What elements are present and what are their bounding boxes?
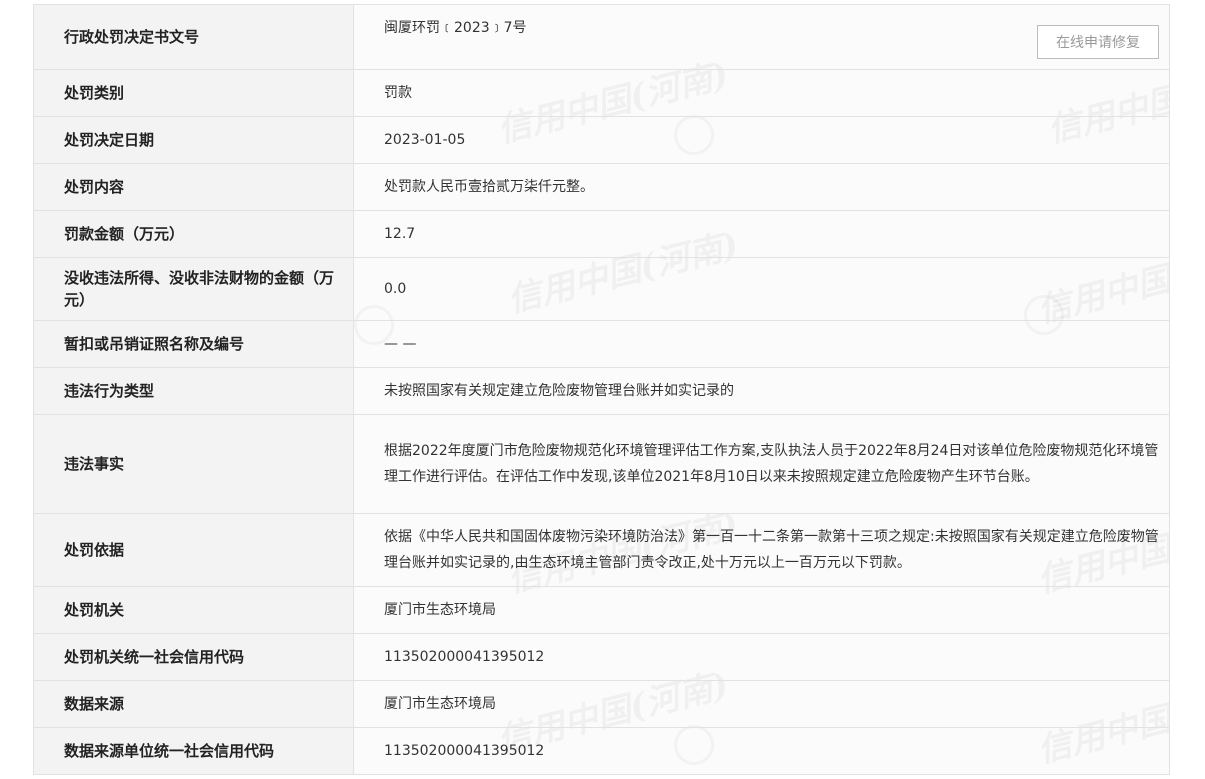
row-violation-type: 违法行为类型 未按照国家有关规定建立危险废物管理台账并如实记录的 (34, 368, 1169, 415)
row-data-source: 数据来源 厦门市生态环境局 (34, 681, 1169, 728)
label-penalty-authority: 处罚机关 (34, 587, 354, 633)
value-decision-date: 2023-01-05 (384, 132, 466, 148)
value-confiscation-amount: 0.0 (384, 281, 407, 297)
label-license-suspension: 暂扣或吊销证照名称及编号 (34, 321, 354, 367)
row-violation-facts: 违法事实 根据2022年度厦门市危险废物规范化环境管理评估工作方案,支队执法人员… (34, 415, 1169, 514)
online-repair-button[interactable]: 在线申请修复 (1037, 25, 1159, 59)
row-penalty-content: 处罚内容 处罚款人民币壹拾贰万柒仟元整。 (34, 164, 1169, 211)
label-authority-credit-code: 处罚机关统一社会信用代码 (34, 634, 354, 680)
penalty-info-table: 信用中国(河南) 信用中国(河南) 信用中国(河南) 信用中国(河南) 信用中国… (33, 4, 1170, 775)
value-authority-credit-code: 113502000041395012 (384, 649, 545, 665)
row-decision-date: 处罚决定日期 2023-01-05 (34, 117, 1169, 164)
value-fine-amount: 12.7 (384, 226, 416, 242)
value-violation-type: 未按照国家有关规定建立危险废物管理台账并如实记录的 (384, 383, 734, 399)
label-fine-amount: 罚款金额（万元） (34, 211, 354, 257)
label-decision-number: 行政处罚决定书文号 (34, 5, 354, 69)
row-fine-amount: 罚款金额（万元） 12.7 (34, 211, 1169, 258)
row-source-credit-code: 数据来源单位统一社会信用代码 113502000041395012 (34, 728, 1169, 775)
row-authority-credit-code: 处罚机关统一社会信用代码 113502000041395012 (34, 634, 1169, 681)
label-penalty-content: 处罚内容 (34, 164, 354, 210)
value-source-credit-code: 113502000041395012 (384, 743, 545, 759)
value-license-suspension: — — (384, 336, 417, 352)
label-decision-date: 处罚决定日期 (34, 117, 354, 163)
value-violation-facts: 根据2022年度厦门市危险废物规范化环境管理评估工作方案,支队执法人员于2022… (384, 443, 1159, 485)
label-data-source: 数据来源 (34, 681, 354, 727)
value-penalty-content: 处罚款人民币壹拾贰万柒仟元整。 (384, 179, 594, 195)
label-violation-facts: 违法事实 (34, 415, 354, 513)
row-penalty-category: 处罚类别 罚款 (34, 70, 1169, 117)
row-penalty-basis: 处罚依据 依据《中华人民共和国固体废物污染环境防治法》第一百一十二条第一款第十三… (34, 514, 1169, 587)
value-data-source: 厦门市生态环境局 (384, 696, 496, 712)
row-decision-number: 行政处罚决定书文号 闽厦环罚﹝2023﹞7号 在线申请修复 (34, 5, 1169, 70)
label-penalty-category: 处罚类别 (34, 70, 354, 116)
row-penalty-authority: 处罚机关 厦门市生态环境局 (34, 587, 1169, 634)
value-penalty-basis: 依据《中华人民共和国固体废物污染环境防治法》第一百一十二条第一款第十三项之规定:… (384, 529, 1159, 571)
label-confiscation-amount: 没收违法所得、没收非法财物的金额（万元） (34, 258, 354, 320)
row-license-suspension: 暂扣或吊销证照名称及编号 — — (34, 321, 1169, 368)
value-penalty-category: 罚款 (384, 85, 412, 101)
row-confiscation-amount: 没收违法所得、没收非法财物的金额（万元） 0.0 (34, 258, 1169, 321)
label-source-credit-code: 数据来源单位统一社会信用代码 (34, 728, 354, 774)
label-violation-type: 违法行为类型 (34, 368, 354, 414)
label-penalty-basis: 处罚依据 (34, 514, 354, 586)
value-penalty-authority: 厦门市生态环境局 (384, 602, 496, 618)
